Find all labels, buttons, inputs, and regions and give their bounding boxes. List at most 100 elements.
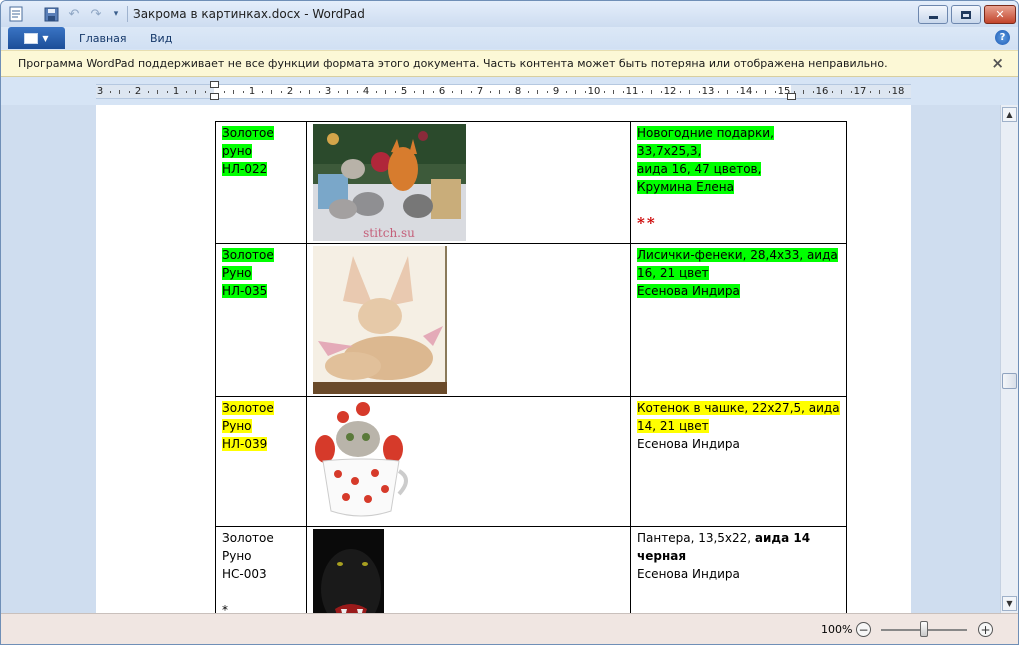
cell-line: Золотое — [222, 401, 274, 415]
ruler-tick — [869, 91, 871, 93]
cell-line: Пантера, 13,5х22, — [637, 531, 755, 545]
ruler-tick-label: 2 — [286, 86, 294, 97]
ruler-tick — [489, 91, 491, 93]
ribbon-tab-bar: ▼ Главная Вид ? — [1, 27, 1018, 49]
ruler-tick — [613, 90, 614, 94]
table-cell-image[interactable] — [306, 243, 631, 397]
tab-view[interactable]: Вид — [150, 32, 172, 45]
table-cell-image[interactable] — [306, 526, 631, 613]
ruler-tick-label: 1 — [248, 86, 256, 97]
ruler-tick — [309, 90, 310, 94]
ruler-tick — [831, 91, 833, 93]
fennec-foxes-image[interactable] — [313, 246, 447, 394]
cell-line: Золотое — [222, 531, 274, 545]
ruler-tick-label: 3 — [324, 86, 332, 97]
cell-line: НС-003 — [222, 567, 267, 581]
cell-line: Руно — [222, 549, 252, 563]
title-bar: ↶ ↷ ▾ Закрома в картинках.docx - WordPad… — [1, 1, 1018, 27]
ruler-tick — [803, 90, 804, 94]
table-cell-image[interactable]: stitch.su — [306, 121, 631, 244]
zoom-out-button[interactable]: − — [856, 622, 871, 637]
tab-home[interactable]: Главная — [79, 32, 127, 45]
wordpad-window: ↶ ↷ ▾ Закрома в картинках.docx - WordPad… — [0, 0, 1019, 645]
redo-icon[interactable]: ↷ — [87, 5, 105, 23]
first-line-indent-marker[interactable] — [210, 81, 219, 88]
undo-icon[interactable]: ↶ — [65, 5, 83, 23]
ruler-tick-label: 8 — [514, 86, 522, 97]
ruler-tick — [195, 90, 196, 94]
cell-line: Руно — [222, 419, 252, 433]
scroll-up-button[interactable]: ▲ — [1002, 107, 1017, 122]
scrollbar-thumb[interactable] — [1002, 373, 1017, 389]
customize-quick-access-icon[interactable]: ▾ — [107, 5, 125, 23]
table-row: Золотое руно НЛ-022 stitch.su Новогодние… — [215, 121, 847, 244]
ruler-tick — [879, 90, 880, 94]
close-button[interactable]: ✕ — [984, 5, 1016, 24]
ruler-tick-label: 13 — [701, 86, 715, 97]
scroll-down-button[interactable]: ▼ — [1002, 596, 1017, 611]
ruler-tick — [755, 91, 757, 93]
table-cell-code[interactable]: Золотое Руно НЛ-039 — [215, 396, 307, 527]
cell-line: Крумина Елена — [637, 180, 734, 194]
left-indent-marker[interactable] — [210, 93, 219, 100]
app-menu-button[interactable]: ▼ — [8, 27, 65, 49]
minimize-button[interactable] — [918, 5, 948, 24]
table-cell-image[interactable] — [306, 396, 631, 527]
ruler-tick — [451, 91, 453, 93]
table-cell-code[interactable]: Золотое руно НЛ-022 — [215, 121, 307, 244]
cats-with-fox-image[interactable]: stitch.su — [313, 124, 466, 241]
ruler-tick — [651, 90, 652, 94]
zoom-level: 100% — [821, 623, 853, 636]
ruler-tick — [888, 91, 890, 93]
status-bar: 100% − + — [1, 613, 1018, 644]
help-icon[interactable]: ? — [995, 30, 1010, 45]
ruler-left-margin — [96, 85, 214, 98]
save-icon[interactable] — [42, 5, 60, 23]
zoom-slider-handle[interactable] — [920, 621, 928, 637]
ruler-tick — [204, 91, 206, 93]
table-cell-code[interactable]: Золотое Руно НЛ-035 — [215, 243, 307, 397]
table-cell-description[interactable]: Пантера, 13,5х22, аида 14 черная Есенова… — [630, 526, 847, 613]
black-panther-image[interactable] — [313, 529, 384, 613]
ruler-tick — [812, 91, 814, 93]
cell-line: НЛ-035 — [222, 284, 268, 298]
cell-line: НЛ-022 — [222, 162, 268, 176]
cell-line: Руно — [222, 266, 252, 280]
table-cell-description[interactable]: Котенок в чашке, 22х27,5, аида 14, 21 цв… — [630, 396, 847, 527]
ruler-tick — [546, 91, 548, 93]
ruler-tick — [356, 91, 358, 93]
ruler-tick — [423, 90, 424, 94]
ruler-tick-label: 11 — [625, 86, 639, 97]
ruler-tick — [527, 91, 529, 93]
ruler-tick — [508, 91, 510, 93]
horizontal-ruler[interactable]: 3 2 1 1 2 3 4 5 6 7 8 9 10 11 12 13 14 15 16 17 18 — [96, 81, 911, 100]
ruler-tick — [841, 90, 842, 94]
zoom-in-button[interactable]: + — [978, 622, 993, 637]
ruler-tick — [461, 90, 462, 94]
maximize-button[interactable] — [951, 5, 981, 24]
chevron-down-icon: ▼ — [1006, 599, 1013, 608]
restore-icon — [961, 10, 971, 19]
ruler-tick-label: 18 — [891, 86, 905, 97]
ruler-tick-label: 12 — [663, 86, 677, 97]
document-page[interactable]: Золотое руно НЛ-022 stitch.su Новогодние… — [96, 105, 911, 613]
table-cell-code[interactable]: Золотое Руно НС-003 * — [215, 526, 307, 613]
ruler-tick — [147, 91, 149, 93]
ruler-tick — [698, 91, 700, 93]
vertical-scrollbar[interactable]: ▲ ▼ — [1000, 105, 1018, 613]
kitten-in-cup-image[interactable] — [313, 399, 412, 524]
ruler-tick — [470, 91, 472, 93]
cell-line: Новогодние подарки, 33,7х25,3, — [637, 126, 774, 158]
right-indent-marker[interactable] — [787, 93, 796, 100]
ruler-tick — [337, 91, 339, 93]
infobar-close-icon[interactable]: × — [991, 54, 1004, 72]
table-cell-description[interactable]: Новогодние подарки, 33,7х25,3, аида 16, … — [630, 121, 847, 244]
ruler-tick — [413, 91, 415, 93]
table-cell-description[interactable]: Лисички-фенеки, 28,4х33, аида 16, 21 цве… — [630, 243, 847, 397]
background-window-edge — [1019, 0, 1031, 647]
compatibility-infobar: Программа WordPad поддерживает не все фу… — [1, 50, 1018, 77]
cell-line: Золотое — [222, 126, 274, 140]
table-row: Золотое Руно НЛ-039 Котенок в чашке, 22х… — [215, 396, 847, 527]
wordpad-app-icon[interactable] — [7, 5, 25, 23]
ruler-tick — [499, 90, 500, 94]
